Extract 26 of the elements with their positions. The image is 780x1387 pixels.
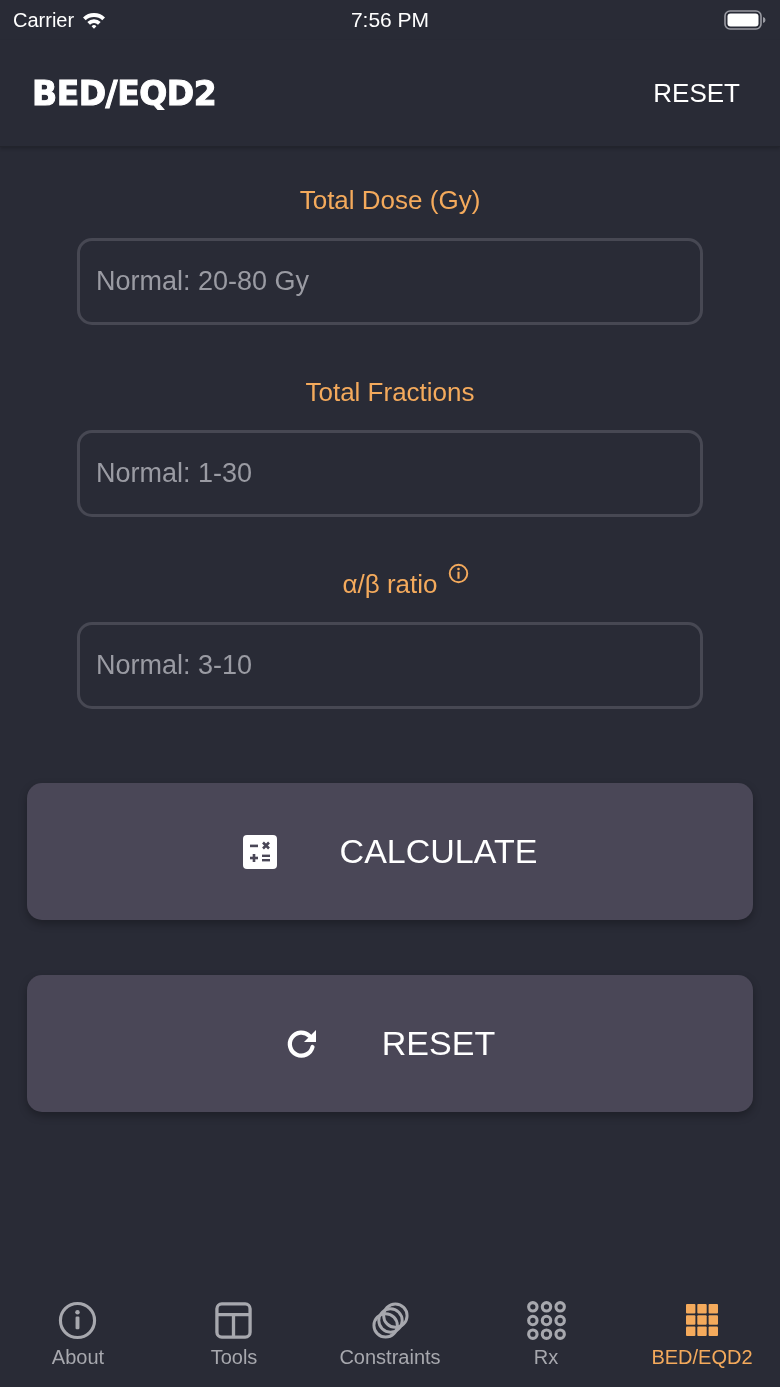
carrier-name: Carrier [13,8,75,32]
clock-time: 7:56 PM [350,8,430,32]
input-field[interactable]: Normal: 1-30 [77,430,703,517]
reset-link[interactable]: RESET [651,73,742,113]
info-icon [58,1301,98,1340]
dot-grid-icon [526,1301,566,1340]
info-icon[interactable] [447,563,469,584]
calculate-button[interactable]: CALCULATE [27,783,753,920]
tab-bar-item[interactable]: Tools [206,1301,262,1369]
tab-bar-item[interactable]: BED/EQD2 [647,1301,757,1369]
field-label: Total Dose (Gy) [299,184,481,217]
tab-bar-item[interactable]: About [47,1301,109,1369]
tab-bar-item[interactable]: Rx [522,1301,570,1369]
input-field[interactable]: Normal: 20-80 Gy [77,238,703,325]
input-field[interactable]: Normal: 3-10 [77,622,703,709]
calculator-icon [242,834,277,869]
field-label: Total Fractions [305,376,475,409]
reset-button[interactable]: RESET [27,975,753,1112]
battery-icon [724,10,766,30]
page-title: BED/EQD2 [32,73,217,113]
rings-icon [370,1301,410,1340]
grid-icon [686,1304,718,1336]
wifi-icon [82,11,107,29]
tab-bar-item[interactable]: Constraints [335,1301,445,1369]
field-label: α/β ratio [342,568,438,601]
layout-icon [214,1301,254,1340]
